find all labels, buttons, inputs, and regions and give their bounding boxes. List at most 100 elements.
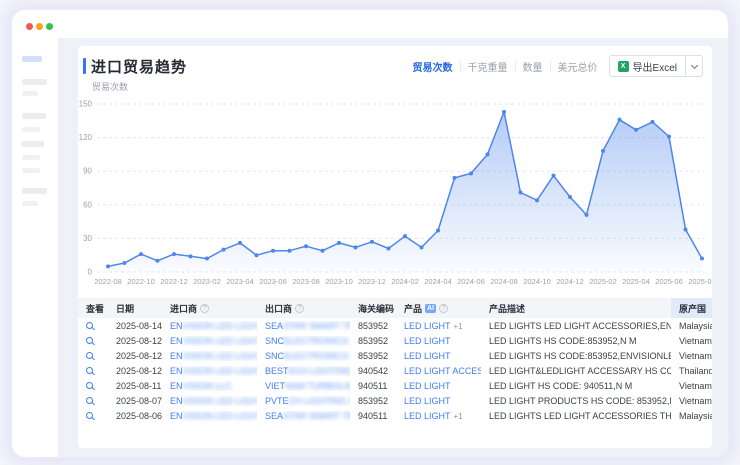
importer-link[interactable]: ENVISION LED LIGHTING L.. xyxy=(162,396,257,406)
svg-text:2022-10: 2022-10 xyxy=(127,277,155,286)
importer-link[interactable]: ENVISION LED LIGHTING L.. xyxy=(162,411,257,421)
trend-card: 进口贸易趋势 贸易次数 千克重量 数量 美元总价 X 导出Excel xyxy=(78,46,712,448)
svg-text:2024-10: 2024-10 xyxy=(523,277,551,286)
importer-link[interactable]: ENVISION LED LIGHTING L.. xyxy=(162,321,257,331)
date-cell: 2025-08-06 xyxy=(108,411,162,421)
view-detail-search-icon[interactable] xyxy=(86,397,93,404)
exporter-link[interactable]: SNCELECTRONICS VIET... xyxy=(257,336,350,346)
sidebar-item[interactable] xyxy=(22,91,38,96)
product-link[interactable]: LED LIGHT xyxy=(396,336,481,346)
table-row: 2025-08-12 ENVISION LED LIGHTING L.. SNC… xyxy=(78,348,712,363)
tab-trade-count[interactable]: 贸易次数 xyxy=(413,59,453,74)
origin-cell: Malaysia xyxy=(671,411,712,421)
product-link[interactable]: LED LIGHT+1 xyxy=(396,411,481,421)
exporter-link[interactable]: SEASTAR SMART TECH ... xyxy=(257,321,350,331)
svg-text:2025-02: 2025-02 xyxy=(589,277,617,286)
sidebar-nav xyxy=(12,10,58,457)
description-cell: LED LIGHTS LED LIGHT ACCESSORIES,ENVISIO… xyxy=(481,321,671,331)
exporter-link[interactable]: SEASTAR SMART TECH ... xyxy=(257,411,350,421)
col-header-view[interactable]: 查看 xyxy=(78,302,108,315)
view-detail-search-icon[interactable] xyxy=(86,352,93,359)
hs-code-cell: 853952 xyxy=(350,396,396,406)
tab-kg-weight[interactable]: 千克重量 xyxy=(468,59,508,74)
origin-cell: Vietnam xyxy=(671,396,712,406)
sidebar-item[interactable] xyxy=(22,141,44,147)
col-header-description[interactable]: 产品描述 xyxy=(481,302,671,315)
importer-link[interactable]: ENVISION LLC xyxy=(162,381,257,391)
sidebar-item[interactable] xyxy=(22,113,46,119)
exporter-link[interactable]: VIETNAM TURBOLIGHT xyxy=(257,381,350,391)
date-cell: 2025-08-07 xyxy=(108,396,162,406)
chevron-down-icon xyxy=(690,61,697,68)
info-icon[interactable]: ? xyxy=(439,304,448,313)
export-excel-button[interactable]: X 导出Excel xyxy=(609,55,686,77)
table-body: 2025-08-14 ENVISION LED LIGHTING L.. SEA… xyxy=(78,318,712,423)
product-link[interactable]: LED LIGHT xyxy=(396,351,481,361)
browser-window: 进口贸易趋势 贸易次数 千克重量 数量 美元总价 X 导出Excel xyxy=(12,10,728,457)
view-detail-search-icon[interactable] xyxy=(86,367,93,374)
description-cell: LED LIGHT&LEDLIGHT ACCESSARY HS CODE: 94… xyxy=(481,366,671,376)
hs-code-cell: 940542 xyxy=(350,366,396,376)
svg-text:150: 150 xyxy=(79,100,93,109)
date-cell: 2025-08-12 xyxy=(108,336,162,346)
table-header-row: 查看 日期 进口商? 出口商? 海关编码 产品AI? 产品描述 原产国 xyxy=(78,298,712,318)
tab-quantity[interactable]: 数量 xyxy=(523,59,543,74)
col-header-origin[interactable]: 原产国 xyxy=(671,298,712,318)
svg-text:2023-12: 2023-12 xyxy=(358,277,386,286)
info-icon[interactable]: ? xyxy=(200,304,209,313)
page-title: 进口贸易趋势 xyxy=(91,56,187,77)
sidebar-item[interactable] xyxy=(22,168,40,173)
col-header-product[interactable]: 产品AI? xyxy=(396,302,481,315)
svg-text:120: 120 xyxy=(79,133,93,142)
exporter-link[interactable]: PVTECH LIGHTING SW VI... xyxy=(257,396,350,406)
info-icon[interactable]: ? xyxy=(295,304,304,313)
shipments-table: 查看 日期 进口商? 出口商? 海关编码 产品AI? 产品描述 原产国 2025… xyxy=(78,298,712,423)
tab-divider xyxy=(550,61,551,71)
exporter-link[interactable]: SNCELECTRONICS VIET... xyxy=(257,351,350,361)
svg-text:2023-08: 2023-08 xyxy=(292,277,320,286)
svg-text:2024-02: 2024-02 xyxy=(391,277,419,286)
hs-code-cell: 940511 xyxy=(350,411,396,421)
hs-code-cell: 853952 xyxy=(350,321,396,331)
description-cell: LED LIGHT HS CODE: 940511,N M xyxy=(481,381,671,391)
col-header-date[interactable]: 日期 xyxy=(108,302,162,315)
product-link[interactable]: LED LIGHT xyxy=(396,381,481,391)
title-accent-bar xyxy=(83,58,86,74)
svg-text:2025-04: 2025-04 xyxy=(622,277,650,286)
sidebar-item-active[interactable] xyxy=(22,56,42,62)
importer-link[interactable]: ENVISION LED LIGHTING L.. xyxy=(162,336,257,346)
col-header-exporter[interactable]: 出口商? xyxy=(257,302,350,315)
svg-text:2023-02: 2023-02 xyxy=(193,277,221,286)
view-detail-search-icon[interactable] xyxy=(86,382,93,389)
svg-text:2022-12: 2022-12 xyxy=(160,277,188,286)
table-row: 2025-08-12 ENVISION LED LIGHTING L.. SNC… xyxy=(78,333,712,348)
sidebar-item[interactable] xyxy=(22,79,47,85)
main-content: 进口贸易趋势 贸易次数 千克重量 数量 美元总价 X 导出Excel xyxy=(58,38,728,457)
table-row: 2025-08-11 ENVISION LLC VIETNAM TURBOLIG… xyxy=(78,378,712,393)
svg-text:2024-08: 2024-08 xyxy=(490,277,518,286)
tab-usd-total[interactable]: 美元总价 xyxy=(558,59,598,74)
col-header-importer[interactable]: 进口商? xyxy=(162,302,257,315)
trend-chart[interactable]: 03060901201502022-082022-102022-122023-0… xyxy=(78,92,712,292)
importer-link[interactable]: ENVISION LED LIGHTING L.. xyxy=(162,351,257,361)
product-link[interactable]: LED LIGHT xyxy=(396,396,481,406)
col-header-hs-code[interactable]: 海关编码 xyxy=(350,302,396,315)
exporter-link[interactable]: BESTECH LIGHTINGTHA... xyxy=(257,366,350,376)
product-link[interactable]: LED LIGHT+1 xyxy=(396,321,481,331)
export-excel-label: 导出Excel xyxy=(633,59,677,74)
view-detail-search-icon[interactable] xyxy=(86,337,93,344)
importer-link[interactable]: ENVISION LED LIGHTING L.. xyxy=(162,366,257,376)
sidebar-item[interactable] xyxy=(22,188,47,194)
product-link[interactable]: LED LIGHT ACCESSORY xyxy=(396,366,481,376)
origin-cell: Vietnam xyxy=(671,336,712,346)
export-options-button[interactable] xyxy=(686,55,703,77)
sidebar-item[interactable] xyxy=(22,155,40,160)
view-detail-search-icon[interactable] xyxy=(86,412,93,419)
svg-text:2024-12: 2024-12 xyxy=(556,277,584,286)
sidebar-item[interactable] xyxy=(22,201,38,206)
svg-text:30: 30 xyxy=(83,234,92,243)
svg-text:2025-06: 2025-06 xyxy=(655,277,683,286)
view-detail-search-icon[interactable] xyxy=(86,322,93,329)
svg-text:2022-08: 2022-08 xyxy=(94,277,122,286)
sidebar-item[interactable] xyxy=(22,127,40,132)
